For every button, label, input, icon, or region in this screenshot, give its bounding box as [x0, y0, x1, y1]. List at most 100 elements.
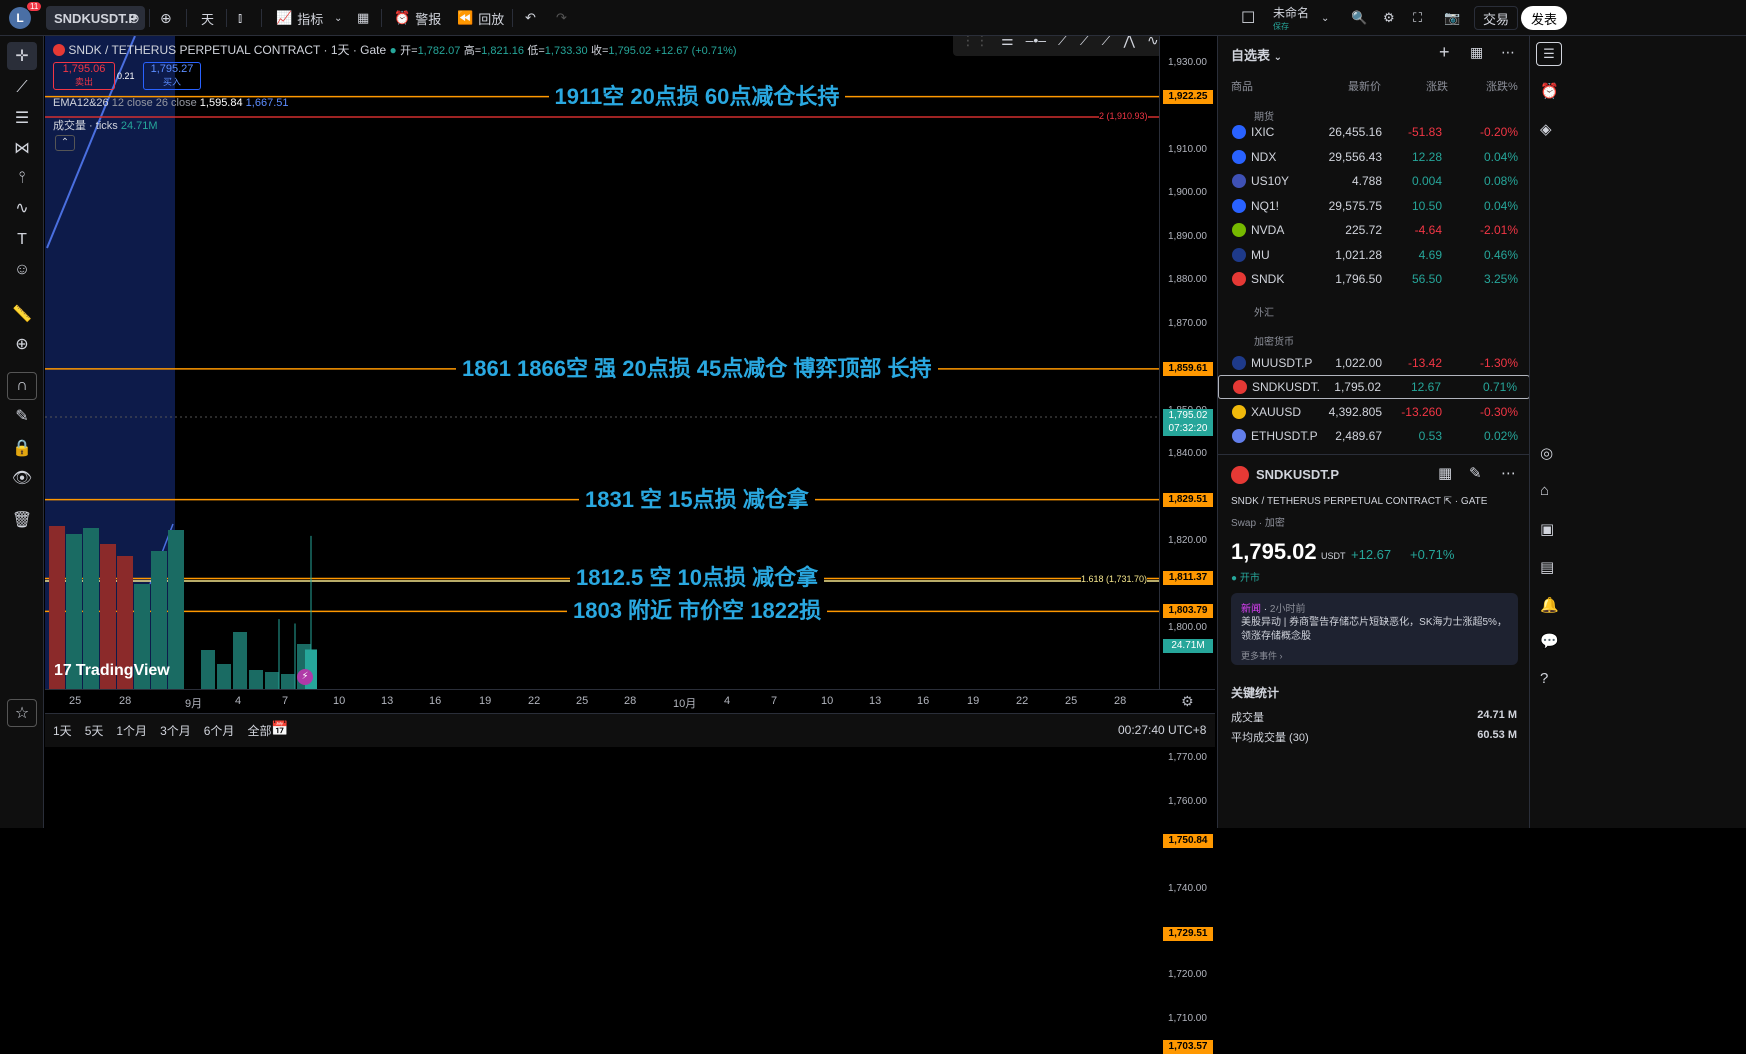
layout-toggle-icon[interactable]: ☐ [1241, 0, 1255, 36]
watchlist-row[interactable]: US10Y 4.788 0.004 0.08% [1218, 169, 1530, 193]
messages-sidebar-icon[interactable]: 💬 [1540, 632, 1559, 650]
indicators-button[interactable]: 📈 指标 [276, 0, 323, 36]
sell-button[interactable]: 1,795.06 卖出 [53, 62, 115, 90]
annotation-text[interactable]: 1831 空 15点损 减仓拿 [579, 487, 815, 512]
replay-button[interactable]: ⏪ 回放 [457, 0, 504, 36]
settings-icon[interactable]: ⚙ [1383, 0, 1395, 36]
details-edit-icon[interactable]: ✎ [1469, 464, 1482, 482]
annotation-text[interactable]: 1861 1866空 强 20点损 45点减仓 博弈顶部 长持 [456, 356, 938, 381]
zoom-tool-icon[interactable]: ⊕ [7, 330, 37, 358]
watchlist-more-icon[interactable]: ⋯ [1501, 44, 1515, 61]
avatar[interactable]: L 11 [9, 0, 42, 36]
header-symbol[interactable]: 商品 [1231, 78, 1253, 94]
range-button[interactable]: 5天 [85, 722, 104, 739]
annotation-text[interactable]: 1812.5 空 10点损 减仓拿 [570, 566, 825, 591]
extended-line-icon[interactable]: ⟋ [1102, 36, 1112, 49]
watchlist-sidebar-icon[interactable]: ☰ [1536, 42, 1562, 66]
range-button[interactable]: 1个月 [116, 722, 147, 739]
details-symbol[interactable]: SNDKUSDT.P [1256, 467, 1339, 482]
visibility-icon[interactable]: 👁 [7, 464, 37, 492]
watchlist-row[interactable]: NVDA 225.72 -4.64 -2.01% [1218, 218, 1530, 242]
path-icon[interactable]: ⋀ [1123, 36, 1134, 49]
notifications-sidebar-icon[interactable]: 🔔 [1540, 596, 1559, 614]
crosshair-icon[interactable]: ✛ [7, 42, 37, 70]
add-symbol-plus-icon[interactable]: + [1439, 42, 1450, 63]
add-symbol-icon[interactable]: ⊕ [160, 0, 172, 36]
candle-type-icon[interactable]: ⫾ [238, 0, 242, 36]
brush-tool-icon[interactable]: ∿ [7, 194, 37, 222]
range-button[interactable]: 全部 [247, 722, 271, 739]
stay-drawing-icon[interactable]: ✎ [7, 402, 37, 430]
lightning-event-icon[interactable]: ⚡ [297, 669, 313, 685]
trendline-tool-icon[interactable]: ⟋ [7, 74, 37, 102]
watchlist-row[interactable]: SNDKUSDT. 1,795.02 12.67 0.71% [1218, 375, 1530, 399]
templates-icon[interactable]: ▦ [357, 0, 369, 36]
chart-pane[interactable]: SNDK / TETHERUS PERPETUAL CONTRACT · 1天 … [45, 36, 1159, 689]
calendar-sidebar-icon[interactable]: ▤ [1540, 558, 1554, 576]
measure-tool-icon[interactable]: 📏 [7, 300, 37, 328]
watchlist-row[interactable]: SNDK 1,796.50 56.50 3.25% [1218, 267, 1530, 291]
ideas-sidebar-icon[interactable]: ⌂ [1540, 482, 1549, 499]
layers-sidebar-icon[interactable]: ◈ [1540, 120, 1552, 138]
emoji-tool-icon[interactable]: ☺ [7, 256, 37, 284]
axis-settings-icon[interactable]: ⚙ [1181, 693, 1194, 710]
drag-handle-icon[interactable]: ⋮⋮ [961, 36, 989, 49]
annotation-text[interactable]: 1803 附近 市价空 1822损 [567, 599, 828, 624]
fib-tool-icon[interactable]: ☰ [7, 104, 37, 132]
section-forex[interactable]: 外汇 [1254, 304, 1274, 319]
horizontal-line-icon[interactable]: –•– [1026, 36, 1046, 48]
lines-style-icon[interactable]: ☰ [1001, 36, 1014, 49]
annotation-text[interactable]: 1911空 20点损 60点减仓长持 [548, 84, 846, 109]
ema-legend[interactable]: EMA12&26 12 close 26 close 1,595.84 1,66… [53, 97, 289, 109]
header-change-pct[interactable]: 涨跌% [1486, 78, 1518, 94]
header-last[interactable]: 最新价 [1348, 78, 1381, 94]
lock-icon[interactable]: 🔒 [7, 434, 37, 462]
prediction-tool-icon[interactable]: ⫯ [7, 164, 37, 192]
target-sidebar-icon[interactable]: ◎ [1540, 444, 1553, 462]
details-more-icon[interactable]: ⋯ [1501, 464, 1516, 482]
quick-search-icon[interactable]: 🔍 [1351, 0, 1367, 36]
news-card[interactable]: 新闻 · 2小时前 美股异动 | 券商警告存储芯片短缺恶化，SK海力士涨超5%，… [1231, 593, 1518, 665]
snapshot-icon[interactable]: 📷 [1444, 0, 1460, 36]
section-crypto[interactable]: 加密货币 [1254, 333, 1294, 348]
legend-title[interactable]: SNDK / TETHERUS PERPETUAL CONTRACT · 1天 … [68, 43, 386, 57]
details-layout-icon[interactable]: ▦ [1438, 464, 1452, 482]
curve-icon[interactable]: ∿ [1147, 36, 1159, 49]
news-more-link[interactable]: 更多事件 › [1241, 649, 1283, 662]
watchlist-row[interactable]: ETHUSDT.P 2,489.67 0.53 0.02% [1218, 424, 1530, 448]
alerts-sidebar-icon[interactable]: ⏰ [1540, 82, 1559, 100]
watchlist-title[interactable]: 自选表 ⌄ [1231, 45, 1282, 64]
interval-button[interactable]: 天 [201, 0, 214, 36]
help-sidebar-icon[interactable]: ? [1540, 670, 1548, 687]
buy-button[interactable]: 1,795.27 买入 [143, 62, 201, 90]
chat-sidebar-icon[interactable]: ▣ [1540, 520, 1554, 538]
trade-button[interactable]: 交易 [1474, 6, 1519, 30]
watchlist-row[interactable]: MUUSDT.P 1,022.00 -13.42 -1.30% [1218, 351, 1530, 375]
watchlist-row[interactable]: NQ1! 29,575.75 10.50 0.04% [1218, 194, 1530, 218]
indicators-dropdown-icon[interactable]: ⌄ [334, 0, 342, 36]
watchlist-row[interactable]: XAUUSD 4,392.805 -13.260 -0.30% [1218, 400, 1530, 424]
publish-button[interactable]: 发表 [1521, 6, 1568, 30]
header-change[interactable]: 涨跌 [1426, 78, 1448, 94]
details-fullname[interactable]: SNDK / TETHERUS PERPETUAL CONTRACT ⇱ · G… [1231, 496, 1487, 507]
watchlist-layout-icon[interactable]: ▦ [1470, 44, 1483, 61]
undo-icon[interactable]: ↶ [525, 0, 536, 36]
layout-dropdown-icon[interactable]: ⌄ [1321, 0, 1329, 36]
redo-icon[interactable]: ↷ [556, 0, 567, 36]
time-axis[interactable]: 25 28 9月 4 7 10 13 16 19 22 25 28 10月 4 7 10 13 16 19 22 25 2… [45, 689, 1215, 713]
pattern-tool-icon[interactable]: ⋈ [7, 134, 37, 162]
fullscreen-icon[interactable]: ⛶ [1413, 0, 1422, 36]
layout-name-button[interactable]: 未命名 保存 [1273, 0, 1309, 36]
goto-date-icon[interactable]: 📅 [271, 720, 288, 737]
compare-symbol-icon[interactable]: ⊕ [128, 0, 140, 36]
alert-button[interactable]: ⏰ 警报 [394, 0, 441, 36]
watchlist-row[interactable]: IXIC 26,455.16 -51.83 -0.20% [1218, 120, 1530, 144]
range-button[interactable]: 3个月 [160, 722, 191, 739]
trend-angle-icon[interactable]: ⟋ [1080, 36, 1090, 49]
trash-icon[interactable]: 🗑 [7, 506, 37, 534]
price-axis[interactable]: 1,930.00 1,910.00 1,900.00 1,890.00 1,880.00… [1159, 36, 1215, 1054]
range-button[interactable]: 6个月 [204, 722, 235, 739]
range-button[interactable]: 1天 [53, 722, 72, 739]
collapse-legend-icon[interactable]: ⌃ [55, 135, 75, 151]
favorites-star-icon[interactable]: ☆ [7, 699, 37, 727]
